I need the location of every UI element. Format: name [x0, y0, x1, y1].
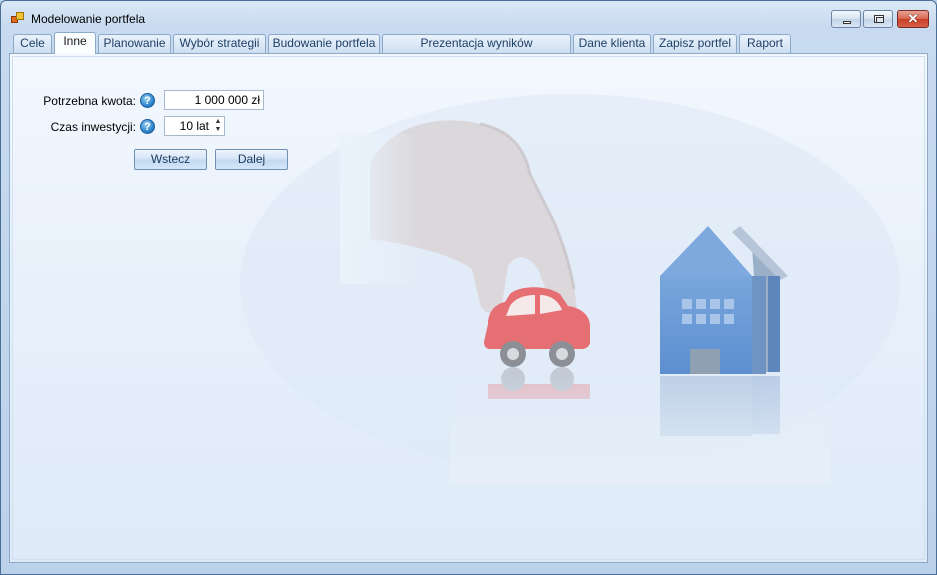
tab-inne[interactable]: Inne: [54, 32, 96, 54]
tab-cele[interactable]: Cele: [13, 34, 52, 53]
window-title: Modelowanie portfela: [31, 12, 146, 26]
maximize-button[interactable]: [863, 10, 893, 28]
duration-value: 10 lat: [179, 119, 209, 133]
chevron-down-icon[interactable]: ▼: [214, 126, 222, 134]
close-icon: ✕: [907, 11, 919, 26]
amount-field[interactable]: 1 000 000 zł: [164, 90, 264, 110]
maximize-icon: [874, 15, 884, 23]
back-button[interactable]: Wstecz: [134, 149, 207, 170]
duration-spinner[interactable]: ▲ ▼: [212, 117, 224, 135]
tab-raport[interactable]: Raport: [739, 34, 791, 53]
duration-label: Czas inwestycji:: [50, 120, 136, 134]
minimize-button[interactable]: [831, 10, 861, 28]
app-window: Modelowanie portfela ✕ Cele Inne Planowa…: [0, 0, 937, 575]
chevron-up-icon[interactable]: ▲: [214, 118, 222, 126]
portfolio-app-icon: [11, 12, 25, 25]
tab-dane-klienta[interactable]: Dane klienta: [573, 34, 651, 53]
close-button[interactable]: ✕: [897, 10, 929, 28]
tab-prezentacja-wynikow[interactable]: Prezentacja wyników historycznych: [382, 34, 571, 67]
question-mark-icon[interactable]: ?: [140, 119, 155, 134]
amount-label: Potrzebna kwota:: [43, 94, 136, 108]
tab-content-panel: Potrzebna kwota: ? 1 000 000 zł Czas inw…: [9, 53, 928, 563]
minimize-icon: [843, 21, 851, 24]
question-mark-icon[interactable]: ?: [140, 93, 155, 108]
duration-stepper[interactable]: 10 lat ▲ ▼: [164, 116, 225, 136]
tab-planowanie[interactable]: Planowanie: [98, 34, 171, 53]
tab-budowanie-portfela[interactable]: Budowanie portfela: [268, 34, 380, 53]
next-button[interactable]: Dalej: [215, 149, 288, 170]
tab-wybor-strategii[interactable]: Wybór strategii: [173, 34, 266, 53]
tab-zapisz-portfel[interactable]: Zapisz portfel: [653, 34, 737, 53]
title-bar[interactable]: Modelowanie portfela ✕: [1, 1, 936, 31]
